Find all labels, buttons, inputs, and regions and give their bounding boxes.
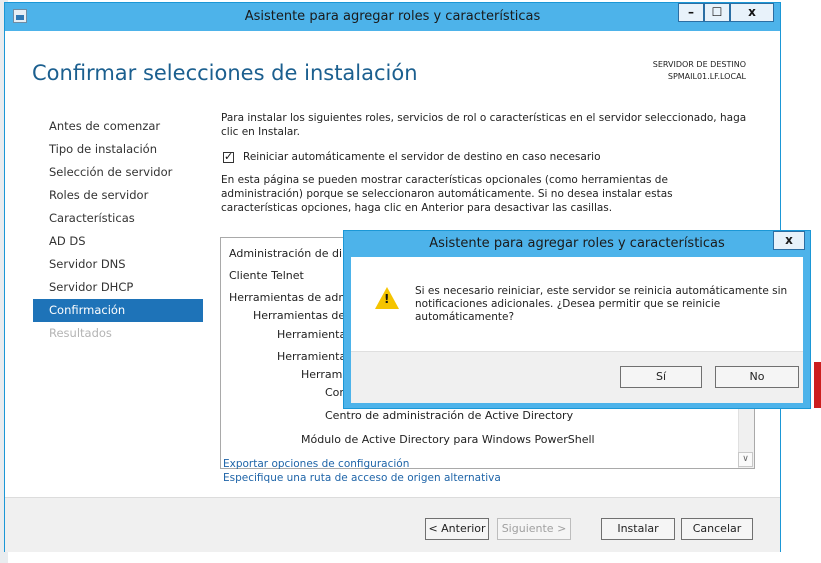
links-area: Exportar opciones de configuración Espec… <box>223 457 501 485</box>
nav-item-seleccion[interactable]: Selección de servidor <box>33 161 203 184</box>
maximize-button[interactable]: ☐ <box>704 3 730 22</box>
nav-item-dns[interactable]: Servidor DNS <box>33 253 203 276</box>
nav-item-antes[interactable]: Antes de comenzar <box>33 115 203 138</box>
nav-item-dhcp[interactable]: Servidor DHCP <box>33 276 203 299</box>
window-controls: – ☐ x <box>678 3 774 23</box>
alternate-source-link[interactable]: Especifique una ruta de acceso de origen… <box>223 471 501 485</box>
destination-value: SPMAIL01.LF.LOCAL <box>667 72 746 81</box>
install-button[interactable]: Instalar <box>601 518 675 540</box>
restart-checkbox-row[interactable]: Reiniciar automáticamente el servidor de… <box>221 150 751 163</box>
cancel-button[interactable]: Cancelar <box>681 518 753 540</box>
intro-text: Para instalar los siguientes roles, serv… <box>221 112 747 138</box>
yes-button[interactable]: Sí <box>620 366 702 388</box>
list-item: Administración de dire <box>229 247 354 260</box>
nav-item-roles[interactable]: Roles de servidor <box>33 184 203 207</box>
restart-checkbox-label[interactable]: Reiniciar automáticamente el servidor de… <box>243 151 601 163</box>
destination-label: SERVIDOR DE DESTINO <box>652 60 746 69</box>
no-button[interactable]: No <box>715 366 799 388</box>
page-title: Confirmar selecciones de instalación <box>32 61 418 85</box>
wizard-footer: < Anterior Siguiente > Instalar Cancelar <box>5 497 780 552</box>
nav-item-confirmacion[interactable]: Confirmación <box>33 299 203 322</box>
nav-item-resultados: Resultados <box>49 326 112 340</box>
restart-confirm-dialog: Asistente para agregar roles y caracterí… <box>343 230 811 409</box>
destination-server: SERVIDOR DE DESTINO SPMAIL01.LF.LOCAL <box>653 59 746 83</box>
back-button[interactable]: < Anterior <box>425 518 489 540</box>
dialog-body: ! Si es necesario reiniciar, este servid… <box>351 257 803 403</box>
wizard-title: Asistente para agregar roles y caracterí… <box>244 9 541 24</box>
nav-item-caracteristicas[interactable]: Características <box>33 207 203 230</box>
list-item: Módulo de Active Directory para Windows … <box>301 433 595 446</box>
list-item: Herramientas de a <box>253 309 356 322</box>
chevron-down-icon[interactable]: ∨ <box>738 452 753 467</box>
minimize-button[interactable]: – <box>678 3 704 22</box>
background-red-tile <box>814 362 821 408</box>
wizard-nav: Antes de comenzar Tipo de instalación Se… <box>33 115 203 345</box>
nav-item-tipo[interactable]: Tipo de instalación <box>33 138 203 161</box>
close-button[interactable]: x <box>730 3 774 22</box>
nav-item-adds[interactable]: AD DS <box>33 230 203 253</box>
dialog-title[interactable]: Asistente para agregar roles y caracterí… <box>344 236 810 251</box>
list-item: Centro de administración de Active Direc… <box>325 409 574 422</box>
dialog-message: Si es necesario reiniciar, este servidor… <box>415 285 788 323</box>
list-item: Herramientas de admin <box>229 291 360 304</box>
list-item: Cliente Telnet <box>229 269 304 282</box>
optional-features-text: En esta página se pueden mostrar caracte… <box>221 174 673 214</box>
dialog-close-button[interactable]: x <box>773 231 805 250</box>
dialog-footer: Sí No <box>351 351 803 403</box>
next-button: Siguiente > <box>497 518 571 540</box>
warning-icon: ! <box>375 287 399 309</box>
list-item: Herramientas <box>277 328 352 341</box>
wizard-titlebar[interactable]: Asistente para agregar roles y caracterí… <box>5 3 780 31</box>
export-config-link[interactable]: Exportar opciones de configuración <box>223 457 501 471</box>
list-item: Herramientas <box>277 350 352 363</box>
main-panel: Para instalar los siguientes roles, serv… <box>221 111 751 215</box>
restart-checkbox[interactable] <box>223 150 234 163</box>
